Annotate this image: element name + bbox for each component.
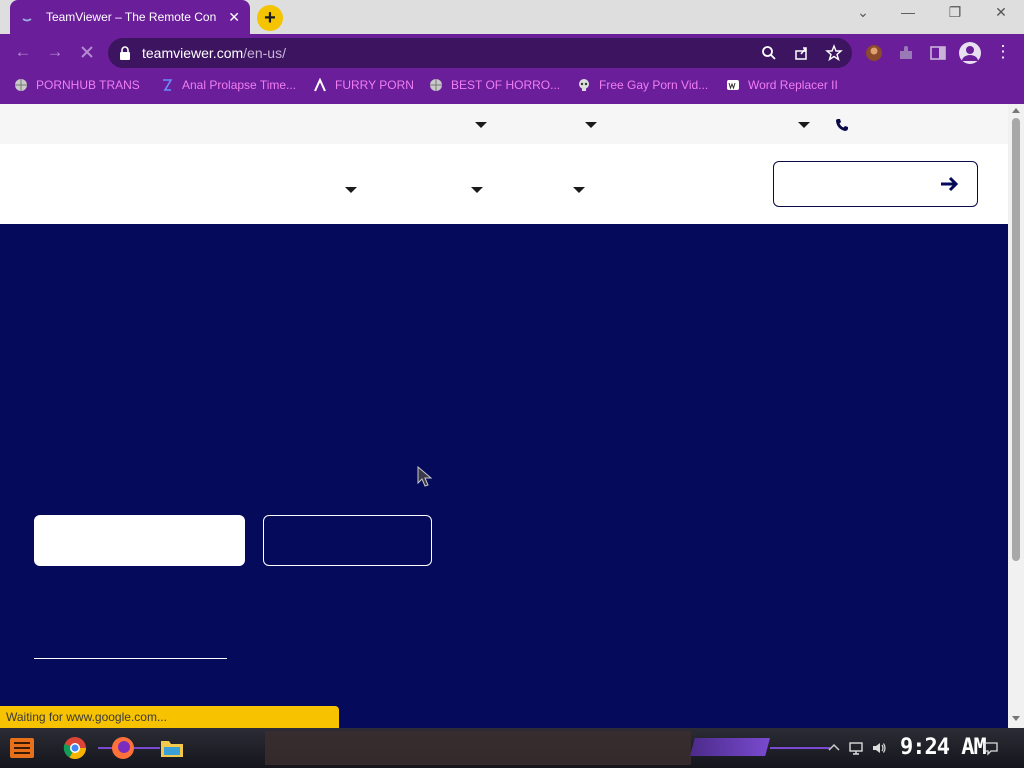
wr-icon [726, 78, 740, 92]
arrow-right-icon [941, 176, 959, 192]
bookmark-label: Free Gay Porn Vid... [599, 78, 709, 92]
firefox-icon [112, 737, 134, 759]
side-panel-icon[interactable] [928, 43, 948, 63]
notification-icon[interactable] [983, 740, 999, 756]
lock-icon[interactable] [118, 45, 132, 66]
phone-icon[interactable] [835, 118, 849, 132]
lambda-icon [313, 78, 327, 92]
hero-link-underline[interactable] [34, 658, 227, 659]
chevron-down-icon[interactable] [585, 122, 597, 128]
url-path: /en-us/ [243, 45, 286, 61]
bookmark-label: PORNHUB TRANS [36, 78, 140, 92]
folder-icon [161, 741, 183, 757]
share-icon[interactable] [793, 44, 811, 62]
tab-strip: TeamViewer – The Remote Con ✕ + ⌄ — ❐ ✕ [0, 0, 1024, 34]
tab-teamviewer[interactable]: TeamViewer – The Remote Con ✕ [10, 0, 250, 34]
extension-avatar-icon[interactable] [864, 43, 884, 63]
bookmark-item[interactable]: PORNHUB TRANS [14, 78, 140, 92]
url-text[interactable]: teamviewer.com/en-us/ [142, 45, 286, 61]
url-domain: teamviewer.com [142, 45, 244, 61]
taskbar-decoration [690, 738, 770, 756]
bookmark-item[interactable]: Anal Prolapse Time... [160, 78, 296, 92]
chrome-icon [63, 737, 86, 759]
chrome-taskbar-button[interactable] [61, 734, 89, 762]
minimize-button[interactable]: — [893, 4, 923, 20]
utility-nav-bar [0, 104, 1008, 144]
bookmark-label: BEST OF HORRO... [451, 78, 561, 92]
bookmark-item[interactable]: Word Replacer II [726, 78, 838, 92]
scrollbar-thumb[interactable] [1012, 118, 1020, 561]
chevron-up-icon[interactable] [826, 740, 842, 756]
taskbar-window-preview [265, 731, 691, 765]
tab-search-icon[interactable]: ⌄ [848, 4, 878, 21]
bookmark-label: FURRY PORN [335, 78, 414, 92]
skull-icon [577, 78, 591, 92]
globe-icon [14, 78, 28, 92]
chevron-down-icon[interactable] [475, 122, 487, 128]
bookmark-label: Word Replacer II [748, 78, 838, 92]
hero-section [0, 224, 1008, 728]
bookmark-label: Anal Prolapse Time... [182, 78, 297, 92]
loading-icon [20, 10, 34, 24]
main-nav-bar [0, 144, 1008, 224]
start-button[interactable] [8, 734, 36, 762]
hero-primary-button[interactable] [34, 515, 245, 566]
browser-toolbar: ← → teamviewer.com/en-us/ ⋮ [0, 34, 1024, 72]
globe-icon [429, 78, 443, 92]
restore-button[interactable]: ❐ [940, 4, 970, 21]
nav-cta-button[interactable] [773, 161, 978, 207]
extensions-puzzle-icon[interactable] [896, 43, 916, 63]
bookmark-star-icon[interactable] [825, 44, 843, 62]
bookmarks-bar: PORNHUB TRANS Anal Prolapse Time... FURR… [0, 72, 1024, 104]
page-scrollbar[interactable] [1008, 104, 1024, 728]
bookmark-item[interactable]: BEST OF HORRO... [429, 78, 560, 92]
bracket-icon [160, 78, 174, 92]
menu-kebab-icon[interactable]: ⋮ [992, 42, 1014, 62]
tab-close-icon[interactable]: ✕ [228, 9, 240, 26]
file-explorer-taskbar-button[interactable] [158, 734, 186, 762]
scroll-up-icon[interactable] [1012, 108, 1020, 113]
new-tab-button[interactable]: + [257, 5, 283, 31]
volume-icon[interactable] [871, 740, 887, 756]
chevron-down-icon[interactable] [345, 187, 357, 193]
start-icon [10, 738, 34, 758]
bookmark-item[interactable]: Free Gay Porn Vid... [577, 78, 708, 92]
network-icon[interactable] [848, 740, 864, 756]
taskbar-decoration [770, 747, 830, 749]
scroll-down-icon[interactable] [1012, 716, 1020, 721]
firefox-taskbar-button[interactable] [109, 734, 137, 762]
profile-icon[interactable] [958, 41, 982, 65]
forward-button[interactable]: → [44, 42, 66, 62]
status-bubble: Waiting for www.google.com... [0, 706, 339, 728]
stop-icon [81, 46, 93, 58]
search-icon[interactable] [760, 44, 778, 62]
bookmark-item[interactable]: FURRY PORN [313, 78, 414, 92]
web-page [0, 104, 1008, 728]
chevron-down-icon[interactable] [471, 187, 483, 193]
taskbar: 9:24 AM [0, 728, 1024, 768]
close-window-button[interactable]: ✕ [986, 4, 1016, 21]
stop-loading-button[interactable] [76, 44, 98, 65]
tab-title: TeamViewer – The Remote Con [45, 10, 217, 24]
back-button[interactable]: ← [12, 42, 34, 62]
chevron-down-icon[interactable] [573, 187, 585, 193]
hero-secondary-button[interactable] [263, 515, 432, 566]
address-bar[interactable]: teamviewer.com/en-us/ [108, 38, 852, 68]
chevron-down-icon[interactable] [798, 122, 810, 128]
mouse-cursor-icon [417, 466, 433, 487]
taskbar-clock[interactable]: 9:24 AM [900, 735, 987, 760]
